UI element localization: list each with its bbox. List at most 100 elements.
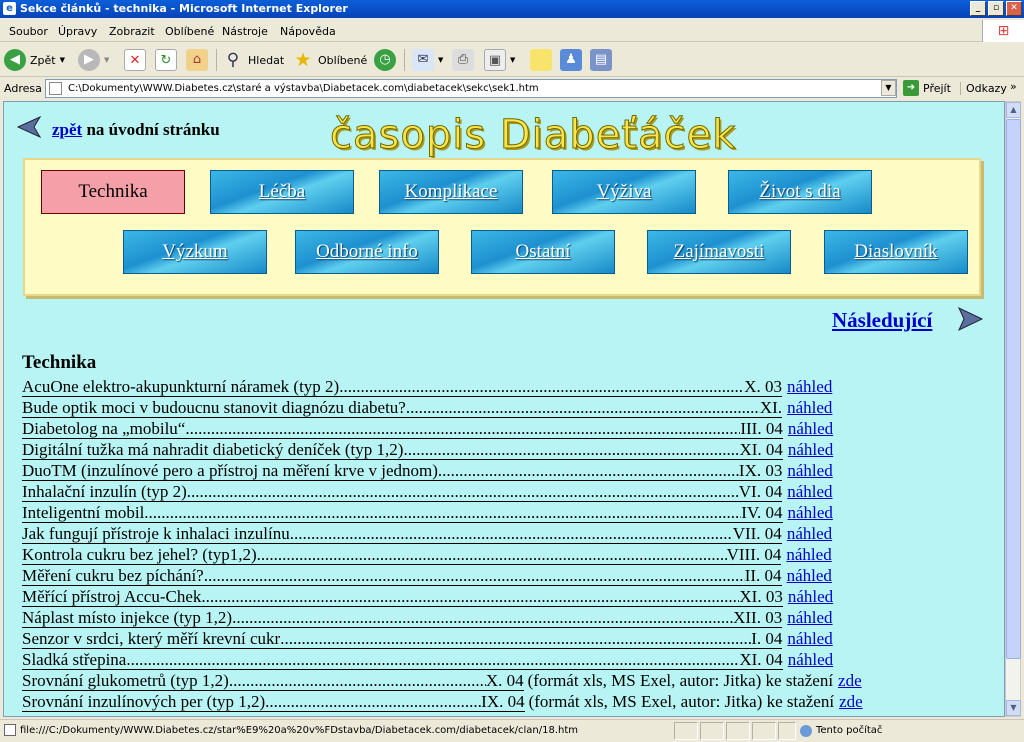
preview-link[interactable]: náhled [787, 628, 832, 649]
leader-dots: ........................................… [289, 524, 733, 544]
go-label: Přejít [923, 81, 951, 95]
menu-soubor[interactable]: Soubor [9, 25, 48, 38]
article-title: DuoTM (inzulínové pero a přístroj na měř… [22, 461, 438, 481]
chevron-right-icon[interactable]: » [1010, 80, 1017, 93]
article-title: Měření cukru bez píchání? [22, 566, 204, 586]
nav-diaslovnik[interactable]: Diaslovník [824, 230, 968, 274]
preview-link[interactable]: náhled [788, 418, 833, 439]
windows-logo-icon: ⊞ [982, 20, 1024, 42]
nav-vyziva[interactable]: Výživa [552, 170, 696, 214]
menu-zobrazit[interactable]: Zobrazit [109, 25, 155, 38]
download-link[interactable]: zde [839, 691, 863, 712]
preview-link[interactable]: náhled [787, 523, 832, 544]
search-button[interactable]: ⚲ Hledat [222, 47, 284, 73]
edit-button[interactable]: ▣ ▼ [484, 47, 515, 73]
article-date: VI. 04 [738, 482, 783, 502]
article-extra: (formát xls, MS Exel, autor: Jitka) ke s… [528, 692, 835, 711]
menu-nastroje[interactable]: Nástroje [222, 25, 268, 38]
mail-button[interactable]: ✉ ▼ [412, 47, 443, 73]
preview-link[interactable]: náhled [787, 481, 832, 502]
favorites-button[interactable]: ★ Oblíbené [292, 47, 367, 73]
minimize-button[interactable]: _ [970, 1, 986, 16]
preview-link[interactable]: náhled [787, 460, 832, 481]
article-title: Sladká střepina [22, 650, 127, 670]
article-date: VIII. 04 [726, 545, 782, 565]
nav-komplikace[interactable]: Komplikace [379, 170, 523, 214]
preview-link[interactable]: náhled [787, 565, 832, 586]
stop-button[interactable]: ✕ [124, 47, 146, 73]
nav-vyzkum[interactable]: Výzkum [123, 230, 267, 274]
article-row: Měření cukru bez píchání? ..............… [22, 565, 922, 586]
print-button[interactable]: ⎙ [452, 47, 474, 73]
maximize-button[interactable]: ▫ [988, 1, 1004, 16]
leader-dots: ........................................… [185, 419, 741, 439]
preview-link[interactable]: náhled [788, 586, 833, 607]
star-icon: ★ [294, 49, 312, 71]
menu-napoveda[interactable]: Nápověda [280, 25, 336, 38]
next-arrow-icon[interactable] [956, 306, 984, 332]
next-link[interactable]: Následující [832, 308, 932, 333]
preview-link[interactable]: náhled [786, 544, 831, 565]
back-button[interactable]: ◀ Zpět ▼ [4, 47, 65, 73]
messenger-button[interactable]: ♟ [560, 47, 582, 73]
preview-link[interactable]: náhled [788, 502, 833, 523]
article-date: X. 04 [485, 671, 524, 691]
history-button[interactable]: ◷ [374, 47, 396, 73]
article-title: Srovnání glukometrů (typ 1,2) [22, 671, 229, 691]
window-title: Sekce článků - technika - Microsoft Inte… [20, 2, 348, 15]
back-arrow-icon[interactable] [16, 116, 42, 138]
article-title: Inhalační inzulín (typ 2) [22, 482, 187, 502]
article-row: Srovnání inzulínových per (typ 1,2) ....… [22, 691, 922, 712]
article-row: Diabetolog na „mobilu“ .................… [22, 418, 922, 439]
leader-dots: ........................................… [126, 650, 740, 670]
refresh-icon: ↻ [155, 49, 177, 71]
scroll-thumb[interactable] [1006, 119, 1021, 659]
menu-oblibene[interactable]: Oblíbené [165, 25, 214, 38]
preview-link[interactable]: náhled [787, 397, 832, 418]
section-nav: Technika Léčba Komplikace Výživa Život s… [23, 158, 981, 296]
nav-zajimavosti[interactable]: Zajímavosti [647, 230, 791, 274]
article-title: Diabetolog na „mobilu“ [22, 419, 186, 439]
leader-dots: ........................................… [256, 544, 727, 565]
preview-link[interactable]: náhled [787, 376, 832, 397]
edit-icon: ▣ [484, 49, 506, 71]
scroll-up-icon[interactable]: ▲ [1006, 102, 1021, 118]
address-bar: Adresa C:\Dokumenty\WWW.Diabetes.cz\star… [0, 78, 1024, 100]
research-icon: ▤ [590, 49, 612, 71]
forward-arrow-icon: ▶ [78, 49, 100, 71]
close-button[interactable]: ✕ [1006, 1, 1022, 16]
back-link[interactable]: zpět [52, 120, 82, 139]
nav-lecba[interactable]: Léčba [210, 170, 354, 214]
links-button[interactable]: Odkazy [960, 82, 1007, 95]
article-row: Inhalační inzulín (typ 2) ..............… [22, 481, 922, 502]
menu-upravy[interactable]: Úpravy [58, 25, 97, 38]
preview-link[interactable]: náhled [788, 649, 833, 670]
status-text: file:///C:/Dokumenty/WWW.Diabetes.cz/sta… [20, 725, 579, 736]
leader-dots: ........................................… [437, 461, 739, 481]
article-date: XI. 03 [739, 587, 783, 607]
forward-button[interactable]: ▶ ▼ [78, 47, 109, 73]
preview-link[interactable]: náhled [787, 607, 832, 628]
address-dropdown-icon[interactable]: ▼ [881, 80, 896, 96]
article-row: Sladká střepina ........................… [22, 649, 922, 670]
address-input[interactable]: C:\Dokumenty\WWW.Diabetes.cz\staré a výs… [45, 79, 897, 98]
discuss-button[interactable] [530, 47, 552, 73]
download-link[interactable]: zde [838, 670, 862, 691]
nav-technika[interactable]: Technika [41, 170, 185, 214]
nav-ostatni[interactable]: Ostatní [471, 230, 615, 274]
go-button[interactable]: ➜ Přejít [903, 80, 951, 96]
article-row: Bude optik moci v budoucnu stanovit diag… [22, 397, 922, 418]
scroll-down-icon[interactable]: ▼ [1006, 700, 1021, 716]
section-title: Technika [22, 352, 97, 373]
preview-link[interactable]: náhled [788, 439, 833, 460]
leader-dots: ........................................… [186, 481, 739, 502]
refresh-button[interactable]: ↻ [155, 47, 177, 73]
search-icon: ⚲ [226, 50, 240, 70]
research-button[interactable]: ▤ [590, 47, 612, 73]
article-row: Kontrola cukru bez jehel? (typ1,2) .....… [22, 544, 922, 565]
article-title: Digitální tužka má nahradit diabetický d… [22, 440, 404, 460]
nav-odborne-info[interactable]: Odborné info [295, 230, 439, 274]
nav-zivot-s-dia[interactable]: Život s dia [728, 170, 872, 214]
vertical-scrollbar[interactable]: ▲ ▼ [1005, 101, 1021, 717]
home-button[interactable]: ⌂ [186, 47, 208, 73]
